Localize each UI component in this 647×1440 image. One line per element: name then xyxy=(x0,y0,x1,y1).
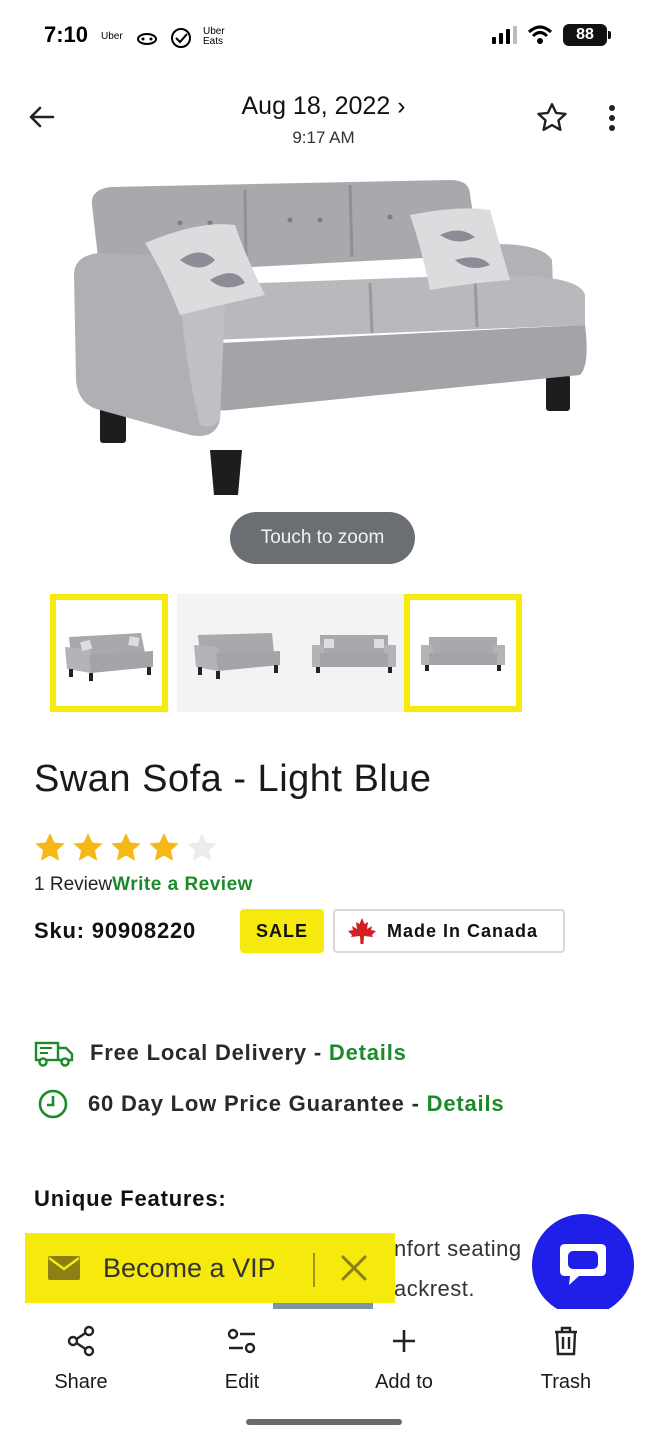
thumbnail-3[interactable] xyxy=(295,594,413,712)
add-to-label: Add to xyxy=(375,1371,433,1393)
zoom-hint[interactable]: Touch to zoom xyxy=(230,512,415,564)
features-text-line-2: ackrest. xyxy=(394,1276,476,1301)
share-label: Share xyxy=(54,1371,108,1393)
status-time: 7:10 xyxy=(44,22,89,47)
envelope-icon xyxy=(48,1256,80,1280)
star-outline-icon xyxy=(537,103,567,132)
sofa-thumbnail-icon xyxy=(421,637,505,671)
share-icon xyxy=(67,1325,95,1357)
review-count: 1 Review xyxy=(34,874,113,895)
chat-bubble-icon xyxy=(560,1244,606,1285)
thumbnail-4[interactable] xyxy=(404,594,522,712)
signal-icon xyxy=(492,26,517,44)
star-rating[interactable] xyxy=(32,830,220,866)
vip-label: Become a VIP xyxy=(103,1252,276,1283)
review-summary: 1 ReviewWrite a Review xyxy=(34,874,253,896)
product-image-sofa[interactable] xyxy=(60,165,590,505)
price-guarantee-info: 60 Day Low Price Guarantee - Details xyxy=(34,1088,504,1120)
made-in-canada-badge: Made In Canada xyxy=(333,909,565,953)
battery-indicator: 88 xyxy=(563,24,611,46)
delivery-details-link[interactable]: Details xyxy=(329,1040,407,1065)
delivery-text: Free Local Delivery - xyxy=(90,1040,329,1065)
sofa-thumbnail-icon xyxy=(312,635,396,673)
uber-app-icon: Uber xyxy=(101,31,123,42)
uber-eats-app-icon: Uber Eats xyxy=(203,26,225,47)
star-empty-icon xyxy=(187,833,217,861)
guarantee-text: 60 Day Low Price Guarantee - xyxy=(88,1091,427,1116)
status-bar: 7:10 Uber Uber Eats 88 xyxy=(0,0,647,74)
product-sku: Sku: 90908220 xyxy=(34,918,197,943)
maple-leaf-icon xyxy=(348,918,376,944)
sliders-icon xyxy=(227,1328,256,1354)
edit-button[interactable]: Edit xyxy=(182,1321,302,1394)
check-circle-icon xyxy=(171,28,191,48)
close-icon[interactable] xyxy=(337,1251,371,1285)
vip-divider xyxy=(313,1253,315,1287)
vip-banner[interactable]: Become a VIP xyxy=(25,1233,395,1303)
bottom-action-bar: Share Edit Add to Trash xyxy=(0,1309,647,1440)
thumbnail-2[interactable] xyxy=(177,594,295,712)
guarantee-details-link[interactable]: Details xyxy=(427,1091,505,1116)
features-text-line-1: nfort seating xyxy=(394,1236,522,1261)
sale-badge: SALE xyxy=(240,909,324,953)
edit-label: Edit xyxy=(224,1371,260,1393)
star-filled-icon xyxy=(35,833,65,861)
trash-button[interactable]: Trash xyxy=(506,1321,626,1394)
more-vertical-icon xyxy=(609,105,615,131)
plus-icon xyxy=(393,1330,415,1352)
star-filled-icon xyxy=(73,833,103,861)
write-review-link[interactable]: Write a Review xyxy=(112,874,253,895)
sofa-thumbnail-icon xyxy=(65,633,153,681)
wifi-icon xyxy=(527,25,553,44)
delivery-info: Free Local Delivery - Details xyxy=(34,1038,407,1068)
chat-button[interactable] xyxy=(532,1214,634,1316)
star-filled-icon xyxy=(149,833,179,861)
game-controller-icon xyxy=(137,33,157,45)
features-heading: Unique Features: xyxy=(34,1186,227,1211)
favorite-button[interactable] xyxy=(534,100,570,136)
add-to-button[interactable]: Add to xyxy=(344,1321,464,1394)
status-right: 88 xyxy=(492,24,611,46)
trash-icon xyxy=(555,1326,577,1356)
more-options-button[interactable] xyxy=(600,100,624,136)
product-title: Swan Sofa - Light Blue xyxy=(34,758,432,800)
trash-label: Trash xyxy=(540,1371,592,1393)
delivery-truck-icon xyxy=(34,1041,74,1067)
star-filled-icon xyxy=(111,833,141,861)
sofa-thumbnail-icon xyxy=(194,633,280,679)
share-button[interactable]: Share xyxy=(21,1321,141,1394)
made-in-canada-label: Made In Canada xyxy=(387,920,539,941)
thumbnail-1[interactable] xyxy=(50,594,168,712)
home-indicator[interactable] xyxy=(246,1419,402,1425)
clock-icon xyxy=(38,1089,68,1119)
